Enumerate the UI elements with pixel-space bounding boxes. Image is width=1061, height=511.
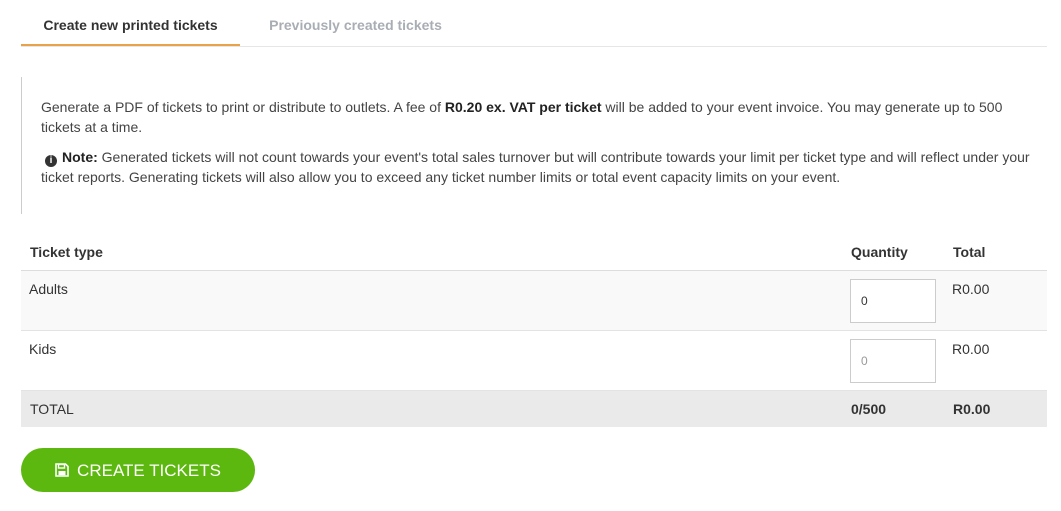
save-icon (55, 463, 69, 477)
quantity-input-kids[interactable] (850, 339, 936, 383)
create-tickets-label: CREATE TICKETS (77, 461, 221, 480)
page: Create new printed tickets Previously cr… (0, 0, 1061, 511)
column-header-quantity: Quantity (842, 233, 944, 271)
info-panel: Generate a PDF of tickets to print or di… (21, 77, 1031, 214)
ticket-type-cell: Adults (21, 270, 842, 331)
column-header-ticket-type: Ticket type (21, 233, 842, 271)
note-paragraph: i Note: Generated tickets will not count … (41, 147, 1031, 187)
tab-create-new-printed-tickets[interactable]: Create new printed tickets (21, 0, 240, 46)
note-text: Generated tickets will not count towards… (41, 149, 1030, 185)
info-circle-icon: i (45, 155, 57, 167)
total-amount: R0.00 (944, 390, 1047, 427)
create-tickets-button[interactable]: CREATE TICKETS (21, 448, 255, 492)
total-cell: R0.00 (944, 270, 1047, 331)
table-header-row: Ticket type Quantity Total (21, 233, 1047, 271)
note-label: Note: (62, 149, 98, 165)
ticket-type-cell: Kids (21, 330, 842, 391)
total-quantity: 0/500 (842, 390, 944, 427)
fee-description: Generate a PDF of tickets to print or di… (41, 99, 1003, 135)
table-row: Kids R0.00 (21, 330, 1047, 391)
total-cell: R0.00 (944, 330, 1047, 391)
fee-amount: R0.20 ex. VAT per ticket (444, 99, 602, 115)
table-total-row: TOTAL 0/500 R0.00 (21, 390, 1047, 427)
tickets-table: Ticket type Quantity Total Adults R0.00 … (21, 233, 1047, 427)
quantity-input-adults[interactable] (850, 279, 936, 323)
quantity-cell (842, 270, 944, 331)
tab-previously-created-tickets[interactable]: Previously created tickets (268, 0, 443, 46)
quantity-cell (842, 330, 944, 391)
column-header-total: Total (944, 233, 1047, 271)
total-label: TOTAL (21, 390, 842, 427)
table-row: Adults R0.00 (21, 270, 1047, 331)
tab-bar: Create new printed tickets Previously cr… (21, 0, 1047, 47)
